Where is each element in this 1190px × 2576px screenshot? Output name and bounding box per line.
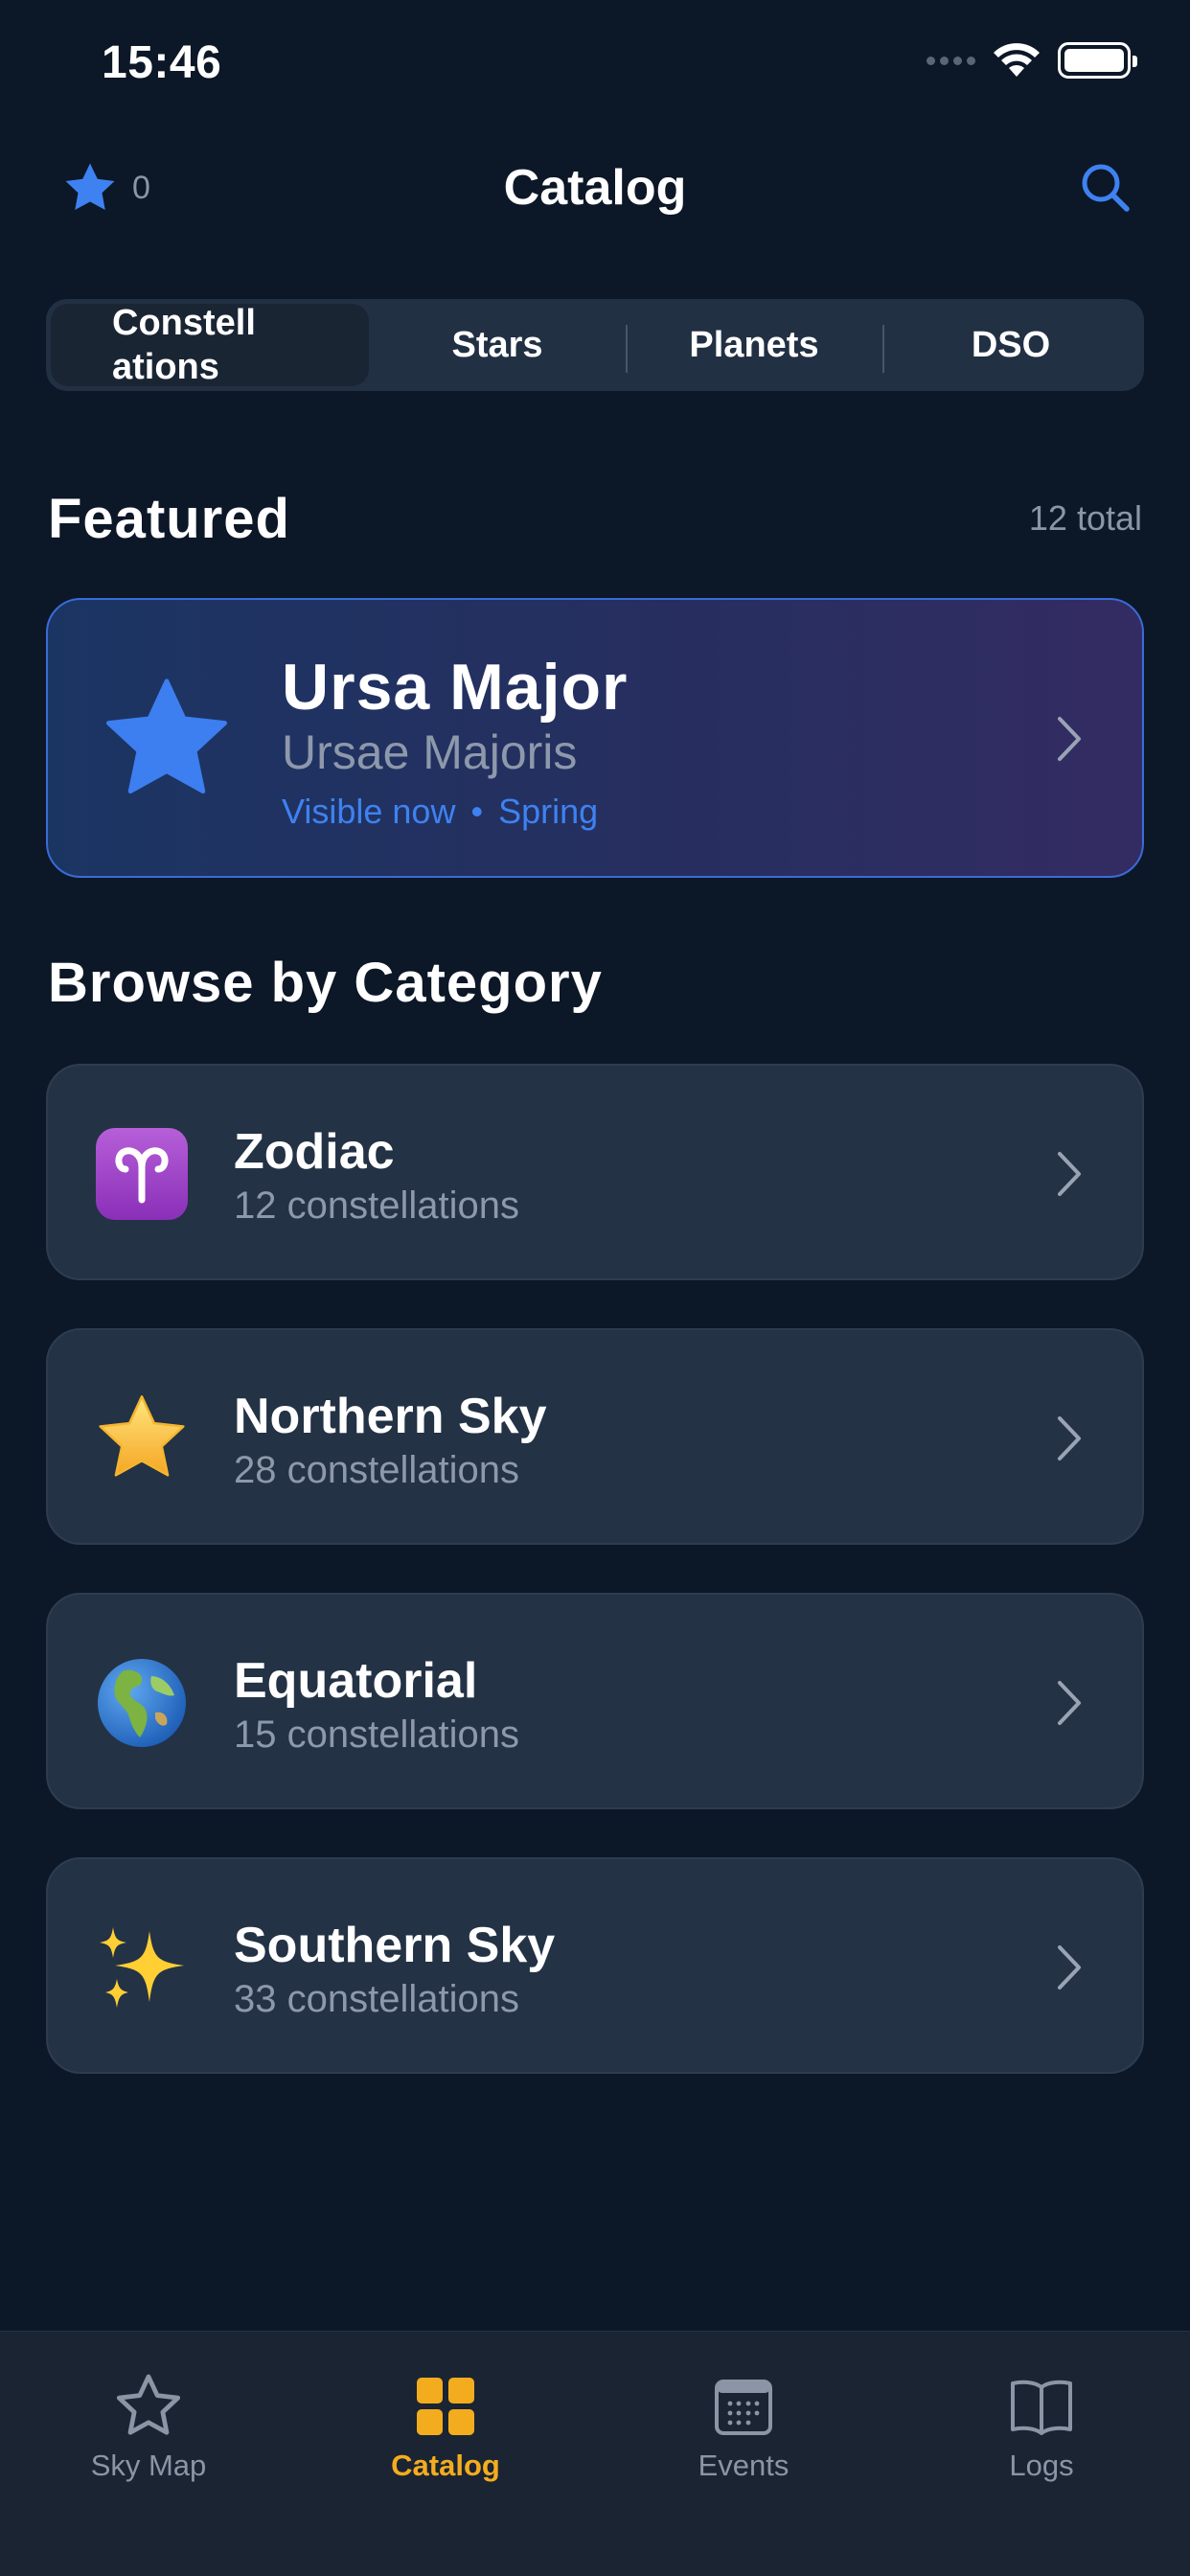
- category-name: Zodiac: [234, 1124, 395, 1180]
- chevron-right-icon: [1058, 717, 1081, 761]
- calendar-icon: [715, 2380, 772, 2435]
- category-zodiac[interactable]: Zodiac 12 constellations: [46, 1064, 1144, 1280]
- chevron-right-icon: [1058, 1681, 1081, 1725]
- featured-meta: Visible now • Spring: [282, 792, 598, 832]
- featured-card[interactable]: Ursa Major Ursae Majoris Visible now • S…: [46, 598, 1144, 878]
- globe-icon: [94, 1655, 190, 1751]
- segment-dso[interactable]: DSO: [882, 304, 1139, 386]
- visibility-label: Visible now: [282, 792, 456, 831]
- featured-latin-name: Ursae Majoris: [282, 725, 578, 779]
- aries-icon: [94, 1126, 190, 1222]
- tab-label: Catalog: [391, 2449, 500, 2482]
- tab-logs[interactable]: Logs: [893, 2332, 1190, 2504]
- category-count: 28 constellations: [234, 1449, 519, 1491]
- chevron-right-icon: [1058, 1416, 1081, 1460]
- page-title: Catalog: [503, 160, 687, 216]
- segment-label: Constell ations: [112, 303, 256, 387]
- segment-divider: [882, 325, 884, 373]
- book-icon: [1011, 2380, 1072, 2435]
- wifi-icon: [994, 43, 1040, 77]
- segment-planets[interactable]: Planets: [626, 304, 882, 386]
- category-count: 15 constellations: [234, 1714, 519, 1756]
- star-icon: [106, 678, 227, 794]
- category-name: Northern Sky: [234, 1389, 547, 1444]
- category-name: Southern Sky: [234, 1918, 556, 1973]
- chevron-right-icon: [1058, 1945, 1081, 1990]
- star-outline-icon: [116, 2374, 181, 2435]
- category-count: 33 constellations: [234, 1978, 519, 2020]
- sparkles-icon: [94, 1920, 190, 2015]
- season-label: Spring: [498, 792, 599, 831]
- tab-sky-map[interactable]: Sky Map: [0, 2332, 297, 2504]
- cellular-signal-icon: [927, 56, 975, 65]
- tab-label: Sky Map: [90, 2449, 207, 2482]
- status-time: 15:46: [102, 37, 222, 88]
- segment-divider: [626, 325, 628, 373]
- tab-label: Logs: [1009, 2449, 1074, 2482]
- category-name: Equatorial: [234, 1653, 478, 1709]
- star-icon: [94, 1391, 190, 1486]
- tab-events[interactable]: Events: [595, 2332, 892, 2504]
- segment-label: Planets: [689, 325, 819, 365]
- segment-label: Stars: [451, 325, 543, 365]
- browse-heading: Browse by Category: [48, 952, 603, 1014]
- meta-separator: •: [470, 792, 484, 831]
- tab-label: Events: [698, 2449, 790, 2482]
- featured-name: Ursa Major: [282, 651, 629, 724]
- catalog-screen: 15:46 0 Catalog Constell ations Stars Pl…: [0, 0, 1190, 2576]
- segment-stars[interactable]: Stars: [369, 304, 626, 386]
- category-segmented-control: Constell ations Stars Planets DSO: [46, 299, 1144, 391]
- battery-icon: [1058, 42, 1137, 79]
- segment-label: DSO: [971, 325, 1051, 365]
- category-southern-sky[interactable]: Southern Sky 33 constellations: [46, 1857, 1144, 2074]
- featured-heading: Featured: [48, 488, 290, 550]
- segment-constellations[interactable]: Constell ations: [51, 303, 369, 387]
- category-equatorial[interactable]: Equatorial 15 constellations: [46, 1593, 1144, 1809]
- chevron-right-icon: [1058, 1152, 1081, 1196]
- tab-catalog[interactable]: Catalog: [297, 2332, 594, 2504]
- search-icon[interactable]: [1077, 159, 1134, 217]
- grid-icon: [417, 2378, 474, 2435]
- category-count: 12 constellations: [234, 1184, 519, 1227]
- featured-count: 12 total: [1028, 498, 1142, 538]
- category-northern-sky[interactable]: Northern Sky 28 constellations: [46, 1328, 1144, 1545]
- tab-bar: Sky Map Catalog Events Logs: [0, 2331, 1190, 2576]
- status-indicators: [927, 42, 1137, 79]
